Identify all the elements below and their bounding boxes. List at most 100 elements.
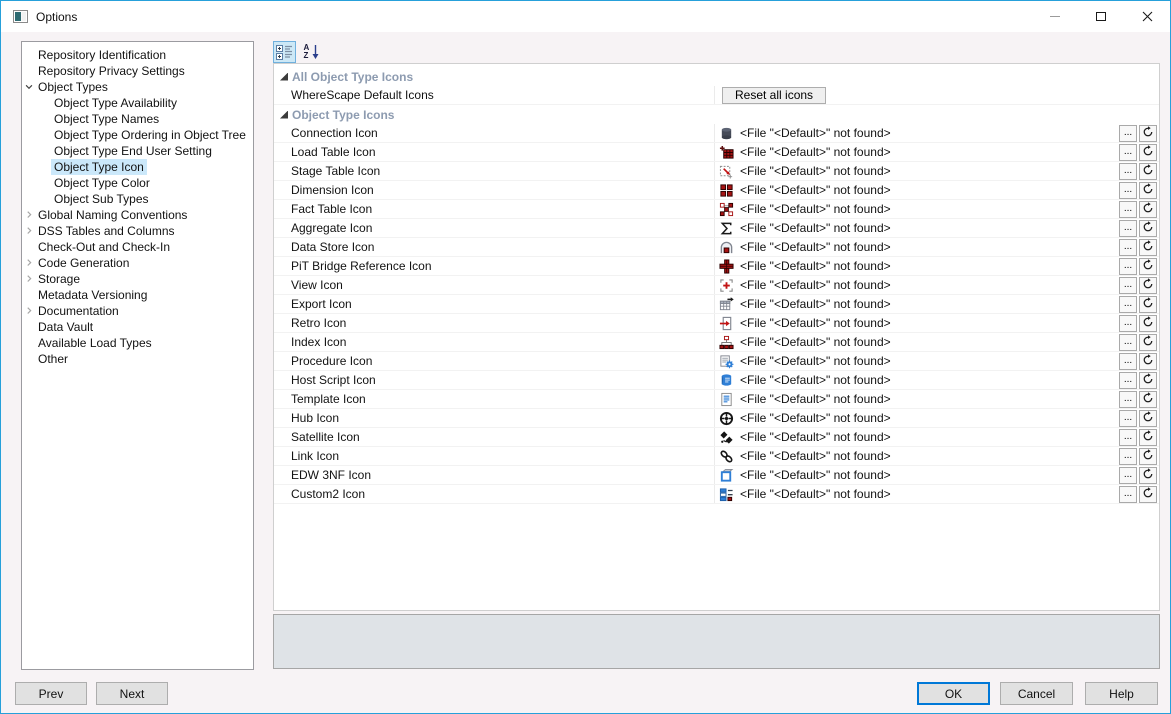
- help-button[interactable]: Help: [1085, 682, 1158, 705]
- reset-to-default-button[interactable]: [1139, 238, 1157, 256]
- category-collapse-icon[interactable]: [280, 110, 288, 119]
- property-row-export-icon[interactable]: Export Icon <File "<Default>" not found>.…: [274, 295, 1159, 314]
- tree-item-documentation[interactable]: Documentation: [22, 303, 253, 319]
- reset-to-default-button[interactable]: [1139, 295, 1157, 313]
- browse-file-button[interactable]: ...: [1119, 238, 1137, 256]
- property-row-custom2-icon[interactable]: Custom2 Icon <File "<Default>" not found>…: [274, 485, 1159, 504]
- tree-item-object-sub-types[interactable]: Object Sub Types: [22, 191, 253, 207]
- tree-item-object-type-end-user-setting[interactable]: Object Type End User Setting: [22, 143, 253, 159]
- reset-to-default-button[interactable]: [1139, 390, 1157, 408]
- browse-file-button[interactable]: ...: [1119, 162, 1137, 180]
- browse-file-button[interactable]: ...: [1119, 314, 1137, 332]
- browse-file-button[interactable]: ...: [1119, 219, 1137, 237]
- property-row-template-icon[interactable]: Template Icon <File "<Default>" not found…: [274, 390, 1159, 409]
- chevron-collapsed-icon[interactable]: [23, 304, 35, 318]
- tree-item-repository-identification[interactable]: Repository Identification: [22, 47, 253, 63]
- browse-file-button[interactable]: ...: [1119, 428, 1137, 446]
- tree-item-object-types[interactable]: Object Types: [22, 79, 253, 95]
- next-button[interactable]: Next: [96, 682, 168, 705]
- chevron-collapsed-icon[interactable]: [23, 224, 35, 238]
- reset-to-default-button[interactable]: [1139, 314, 1157, 332]
- tree-item-check-out-and-check-in[interactable]: Check-Out and Check-In: [22, 239, 253, 255]
- reset-to-default-button[interactable]: [1139, 428, 1157, 446]
- property-row-stage-table-icon[interactable]: Stage Table Icon <File "<Default>" not fo…: [274, 162, 1159, 181]
- browse-file-button[interactable]: ...: [1119, 143, 1137, 161]
- property-row-data-store-icon[interactable]: Data Store Icon <File "<Default>" not fou…: [274, 238, 1159, 257]
- property-row-index-icon[interactable]: Index Icon <File "<Default>" not found>..…: [274, 333, 1159, 352]
- browse-file-button[interactable]: ...: [1119, 276, 1137, 294]
- browse-file-button[interactable]: ...: [1119, 200, 1137, 218]
- tree-item-metadata-versioning[interactable]: Metadata Versioning: [22, 287, 253, 303]
- tree-item-available-load-types[interactable]: Available Load Types: [22, 335, 253, 351]
- property-row-dimension-icon[interactable]: Dimension Icon <File "<Default>" not foun…: [274, 181, 1159, 200]
- prev-button[interactable]: Prev: [15, 682, 87, 705]
- tree-item-dss-tables-and-columns[interactable]: DSS Tables and Columns: [22, 223, 253, 239]
- chevron-collapsed-icon[interactable]: [23, 256, 35, 270]
- browse-file-button[interactable]: ...: [1119, 447, 1137, 465]
- tree-item-data-vault[interactable]: Data Vault: [22, 319, 253, 335]
- reset-to-default-button[interactable]: [1139, 485, 1157, 503]
- browse-file-button[interactable]: ...: [1119, 352, 1137, 370]
- property-row-hub-icon[interactable]: Hub Icon <File "<Default>" not found>...: [274, 409, 1159, 428]
- property-row-edw-3nf-icon[interactable]: EDW 3NF Icon <File "<Default>" not found>…: [274, 466, 1159, 485]
- browse-file-button[interactable]: ...: [1119, 181, 1137, 199]
- cancel-button[interactable]: Cancel: [1000, 682, 1073, 705]
- browse-file-button[interactable]: ...: [1119, 485, 1137, 503]
- category-row[interactable]: Object Type Icons: [274, 105, 1159, 124]
- browse-file-button[interactable]: ...: [1119, 371, 1137, 389]
- browse-file-button[interactable]: ...: [1119, 390, 1137, 408]
- reset-to-default-button[interactable]: [1139, 200, 1157, 218]
- maximize-button[interactable]: [1078, 1, 1124, 32]
- browse-file-button[interactable]: ...: [1119, 257, 1137, 275]
- property-row-view-icon[interactable]: View Icon <File "<Default>" not found>...: [274, 276, 1159, 295]
- minimize-button[interactable]: [1032, 1, 1078, 32]
- tree-item-object-type-ordering-in-object-tree[interactable]: Object Type Ordering in Object Tree: [22, 127, 253, 143]
- reset-to-default-button[interactable]: [1139, 352, 1157, 370]
- sort-alphabetical-button[interactable]: A Z: [299, 41, 322, 63]
- property-row-aggregate-icon[interactable]: Aggregate Icon <File "<Default>" not foun…: [274, 219, 1159, 238]
- browse-file-button[interactable]: ...: [1119, 295, 1137, 313]
- tree-item-object-type-color[interactable]: Object Type Color: [22, 175, 253, 191]
- reset-all-icons-button[interactable]: Reset all icons: [722, 86, 827, 104]
- browse-file-button[interactable]: ...: [1119, 466, 1137, 484]
- reset-to-default-button[interactable]: [1139, 466, 1157, 484]
- property-row-connection-icon[interactable]: Connection Icon <File "<Default>" not fou…: [274, 124, 1159, 143]
- tree-item-object-type-names[interactable]: Object Type Names: [22, 111, 253, 127]
- tree-item-code-generation[interactable]: Code Generation: [22, 255, 253, 271]
- reset-to-default-button[interactable]: [1139, 447, 1157, 465]
- reset-to-default-button[interactable]: [1139, 333, 1157, 351]
- category-collapse-icon[interactable]: [280, 72, 288, 81]
- property-row-link-icon[interactable]: Link Icon <File "<Default>" not found>...: [274, 447, 1159, 466]
- chevron-collapsed-icon[interactable]: [23, 272, 35, 286]
- tree-item-global-naming-conventions[interactable]: Global Naming Conventions: [22, 207, 253, 223]
- tree-item-storage[interactable]: Storage: [22, 271, 253, 287]
- tree-item-object-type-availability[interactable]: Object Type Availability: [22, 95, 253, 111]
- property-row-retro-icon[interactable]: Retro Icon <File "<Default>" not found>..…: [274, 314, 1159, 333]
- property-row-pit-bridge-reference-icon[interactable]: PiT Bridge Reference Icon <File "<Default…: [274, 257, 1159, 276]
- reset-to-default-button[interactable]: [1139, 257, 1157, 275]
- reset-to-default-button[interactable]: [1139, 143, 1157, 161]
- reset-to-default-button[interactable]: [1139, 162, 1157, 180]
- browse-file-button[interactable]: ...: [1119, 409, 1137, 427]
- property-row-load-table-icon[interactable]: Load Table Icon <File "<Default>" not fou…: [274, 143, 1159, 162]
- property-row-satellite-icon[interactable]: Satellite Icon <File "<Default>" not foun…: [274, 428, 1159, 447]
- reset-to-default-button[interactable]: [1139, 219, 1157, 237]
- reset-to-default-button[interactable]: [1139, 124, 1157, 142]
- browse-file-button[interactable]: ...: [1119, 124, 1137, 142]
- property-row-fact-table-icon[interactable]: Fact Table Icon <File "<Default>" not fou…: [274, 200, 1159, 219]
- tree-item-other[interactable]: Other: [22, 351, 253, 367]
- chevron-expanded-icon[interactable]: [23, 80, 35, 94]
- categorized-view-button[interactable]: [273, 40, 296, 63]
- tree-item-object-type-icon[interactable]: Object Type Icon: [22, 159, 253, 175]
- property-row-wherescape-default-icons[interactable]: WhereScape Default Icons Reset all icons: [274, 86, 1159, 105]
- tree-item-repository-privacy-settings[interactable]: Repository Privacy Settings: [22, 63, 253, 79]
- reset-to-default-button[interactable]: [1139, 371, 1157, 389]
- property-row-host-script-icon[interactable]: Host Script Icon <File "<Default>" not fo…: [274, 371, 1159, 390]
- category-row[interactable]: All Object Type Icons: [274, 67, 1159, 86]
- reset-to-default-button[interactable]: [1139, 276, 1157, 294]
- property-row-procedure-icon[interactable]: Procedure Icon <File "<Default>" not foun…: [274, 352, 1159, 371]
- reset-to-default-button[interactable]: [1139, 181, 1157, 199]
- chevron-collapsed-icon[interactable]: [23, 208, 35, 222]
- ok-button[interactable]: OK: [917, 682, 990, 705]
- reset-to-default-button[interactable]: [1139, 409, 1157, 427]
